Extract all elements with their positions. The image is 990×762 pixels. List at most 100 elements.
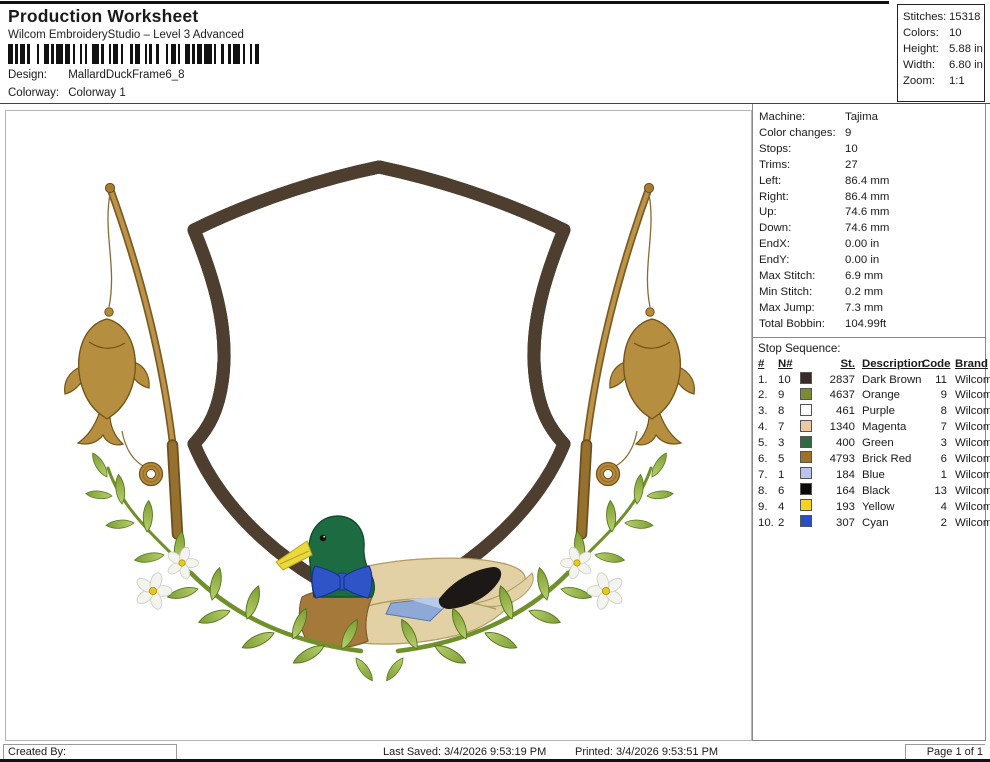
table-row: 6.54793Brick Red6Wilcom [758,451,985,467]
stat-row: Stitches:15318 [903,9,984,25]
table-cell: 3. [758,405,778,417]
table-cell: Wilcom [949,421,989,433]
barcode-bar [233,44,240,64]
table-cell: Wilcom [949,389,989,401]
stop-sequence: Stop Sequence: #N#St.DescriptionCodeBran… [753,337,985,531]
table-row: 4.71340Magenta7Wilcom [758,419,985,435]
table-cell: Yellow [857,501,922,513]
table-cell: 5 [778,453,800,465]
design-info-panel: Machine:TajimaColor changes:9Stops:10Tri… [752,104,986,741]
machine-info-value: 27 [845,158,858,174]
table-cell: 3 [778,437,800,449]
design-preview-area [5,110,752,741]
machine-info-value: 0.00 in [845,237,879,253]
table-cell: 4637 [821,389,857,401]
stats-box: Stitches:15318Colors:10Height:5.88 inWid… [897,4,985,102]
machine-info-label: Stops: [759,142,845,158]
stat-row: Height:5.88 in [903,41,984,57]
machine-info-label: EndX: [759,237,845,253]
table-row: 9.4193Yellow4Wilcom [758,499,985,515]
stat-label: Height: [903,41,949,57]
machine-info-value: 7.3 mm [845,301,883,317]
table-cell: 1. [758,374,778,386]
column-header: Brand [949,358,989,370]
table-cell: 4 [922,501,949,513]
table-cell: 4 [778,501,800,513]
machine-info: Machine:TajimaColor changes:9Stops:10Tri… [753,104,985,337]
machine-info-row: Trims:27 [759,158,985,174]
table-cell: 13 [922,485,949,497]
swatch-cell [800,499,821,514]
thread-color-swatch [800,436,812,448]
table-cell: 9 [778,389,800,401]
table-cell: 8. [758,485,778,497]
table-cell: Wilcom [949,405,989,417]
machine-info-label: Color changes: [759,126,845,142]
machine-info-row: Up:74.6 mm [759,205,985,221]
table-row: 1.102837Dark Brown11Wilcom [758,372,985,388]
table-cell: Orange [857,389,922,401]
embroidery-design-preview [6,111,751,740]
machine-info-row: EndY:0.00 in [759,253,985,269]
table-cell: 5. [758,437,778,449]
table-row: 10.2307Cyan2Wilcom [758,515,985,531]
table-cell: 10 [778,374,800,386]
barcode-gap [259,44,261,64]
swatch-cell [800,388,821,403]
machine-info-row: Stops:10 [759,142,985,158]
design-label: Design: [8,69,65,81]
machine-info-value: 10 [845,142,858,158]
table-cell: 7 [778,421,800,433]
design-name-row: Design: MallardDuckFrame6_8 [8,69,185,81]
table-row: 8.6164Black13Wilcom [758,483,985,499]
table-cell: 6 [778,485,800,497]
thread-color-swatch [800,467,812,479]
barcode-bar [92,44,99,64]
colorway-value: Colorway 1 [68,87,126,99]
table-cell: Wilcom [949,517,989,529]
machine-info-label: Max Stitch: [759,269,845,285]
barcode-gap [123,44,130,64]
table-cell: 6 [922,453,949,465]
machine-info-value: 6.9 mm [845,269,883,285]
stat-label: Width: [903,57,949,73]
app-subtitle: Wilcom EmbroideryStudio – Level 3 Advanc… [8,29,244,41]
machine-info-row: Max Jump:7.3 mm [759,301,985,317]
table-cell: Cyan [857,517,922,529]
swatch-cell [800,420,821,435]
table-cell: 8 [922,405,949,417]
column-header: Description [857,358,922,370]
design-barcode [8,44,262,64]
table-cell: 11 [922,374,949,386]
column-header: N# [778,358,800,370]
design-value: MallardDuckFrame6_8 [68,69,184,81]
machine-info-label: Max Jump: [759,301,845,317]
table-cell: Wilcom [949,501,989,513]
machine-info-label: Down: [759,221,845,237]
table-cell: Blue [857,469,922,481]
table-cell: 4. [758,421,778,433]
table-cell: 164 [821,485,857,497]
column-header: Code [922,358,949,370]
stop-sequence-title: Stop Sequence: [758,341,985,356]
page-number: Page 1 of 1 [905,744,985,760]
machine-info-row: Color changes:9 [759,126,985,142]
table-cell: 2. [758,389,778,401]
machine-info-row: Max Stitch:6.9 mm [759,269,985,285]
machine-info-value: 0.2 mm [845,285,883,301]
duck-eye [320,535,326,541]
table-row: 7.1184Blue1Wilcom [758,467,985,483]
column-header: St. [821,358,857,370]
stat-row: Zoom:1:1 [903,73,984,89]
production-worksheet-page: Production Worksheet Wilcom EmbroiderySt… [0,0,990,762]
table-row: 5.3400Green3Wilcom [758,435,985,451]
table-cell: 1340 [821,421,857,433]
machine-info-label: Left: [759,174,845,190]
machine-info-row: Down:74.6 mm [759,221,985,237]
table-cell: 2 [922,517,949,529]
swatch-cell [800,372,821,387]
stat-value: 15318 [949,9,980,25]
colorway-label: Colorway: [8,87,65,99]
table-cell: Wilcom [949,374,989,386]
machine-info-value: 104.99ft [845,317,886,333]
